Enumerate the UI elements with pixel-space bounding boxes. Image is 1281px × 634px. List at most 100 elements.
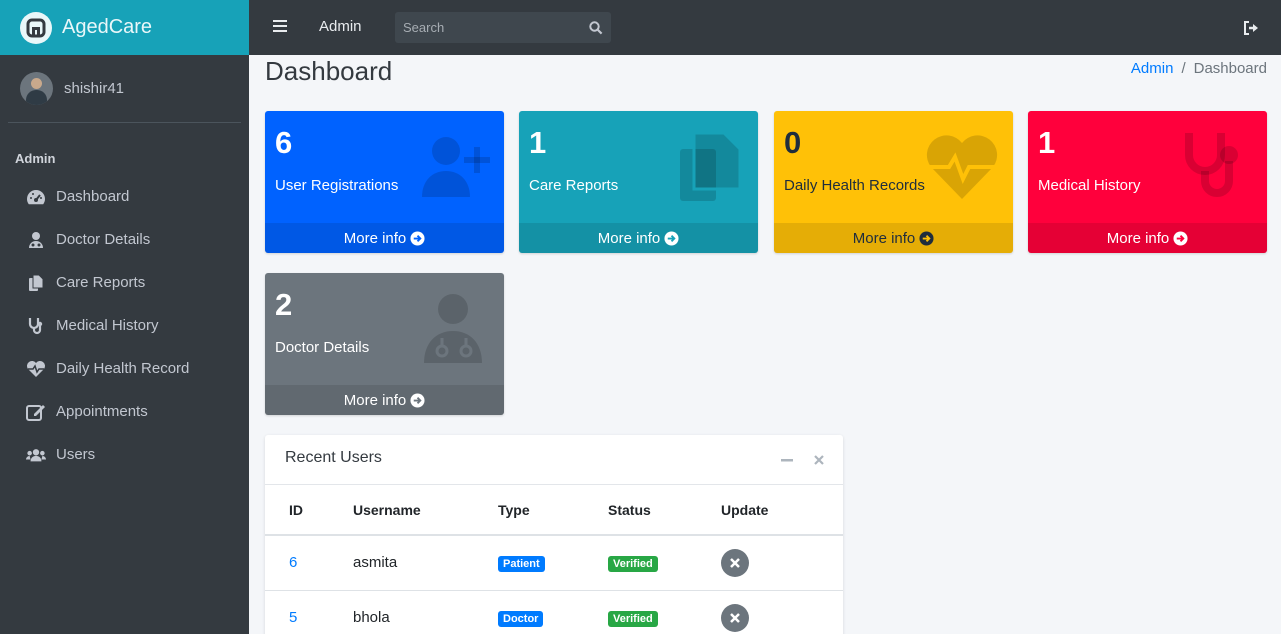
more-info-link[interactable]: More info bbox=[519, 223, 758, 253]
breadcrumb: Admin / Dashboard bbox=[1130, 60, 1267, 77]
stat-count: 6 bbox=[275, 125, 293, 160]
more-info-link[interactable]: More info bbox=[774, 223, 1013, 253]
nav-header: Admin bbox=[15, 151, 56, 166]
more-info-link[interactable]: More info bbox=[265, 223, 504, 253]
arrow-circle-right-icon bbox=[919, 230, 934, 246]
breadcrumb-current: Dashboard bbox=[1193, 60, 1267, 77]
sidebar: AgedCare shishir41 Admin Dashboard Docto… bbox=[0, 0, 249, 634]
stat-label: User Registrations bbox=[275, 177, 399, 194]
user-plus-icon bbox=[422, 137, 490, 197]
more-info-label: More info bbox=[597, 229, 661, 247]
table-header-row: ID Username Type Status Update bbox=[265, 485, 843, 536]
recent-users-table: ID Username Type Status Update 6 asmita … bbox=[265, 485, 843, 634]
stat-box-user-registrations: 6 User Registrations More info bbox=[265, 111, 504, 253]
sidebar-item-care-reports[interactable]: Care Reports bbox=[0, 261, 249, 304]
stat-count: 0 bbox=[784, 125, 802, 160]
type-badge: Patient bbox=[498, 555, 545, 572]
column-header: Update bbox=[721, 485, 843, 536]
stat-label: Doctor Details bbox=[275, 339, 370, 356]
stat-box-care-reports: 1 Care Reports More info bbox=[519, 111, 758, 253]
search-input[interactable] bbox=[395, 12, 581, 43]
username-cell: bhola bbox=[353, 590, 498, 634]
user-id-link[interactable]: 5 bbox=[289, 609, 297, 626]
stat-box-daily-health-records: 0 Daily Health Records More info bbox=[774, 111, 1013, 253]
close-icon[interactable] bbox=[812, 453, 826, 467]
search-form bbox=[395, 12, 611, 43]
user-doctor-icon bbox=[424, 294, 482, 363]
table-row: 6 asmita Patient Verified bbox=[265, 535, 843, 591]
card-title: Recent Users bbox=[285, 449, 382, 466]
sidebar-item-users[interactable]: Users bbox=[0, 433, 249, 476]
brand-logo-icon bbox=[20, 11, 52, 44]
sidebar-item-label: Dashboard bbox=[56, 188, 130, 205]
arrow-circle-right-icon bbox=[410, 230, 425, 246]
more-info-label: More info bbox=[852, 229, 916, 247]
username-cell: asmita bbox=[353, 535, 498, 591]
more-info-link[interactable]: More info bbox=[265, 385, 504, 415]
stat-count: 1 bbox=[529, 125, 547, 160]
more-info-link[interactable]: More info bbox=[1028, 223, 1267, 253]
sidebar-item-label: Doctor Details bbox=[56, 231, 151, 248]
column-header: Username bbox=[353, 485, 498, 536]
top-navbar: Admin bbox=[249, 0, 1281, 55]
stethoscope-icon bbox=[26, 316, 46, 336]
avatar bbox=[20, 72, 53, 105]
collapse-minus-icon[interactable] bbox=[780, 453, 794, 467]
arrow-circle-right-icon bbox=[1173, 230, 1188, 246]
brand-text: AgedCare bbox=[62, 16, 153, 38]
sidebar-item-label: Daily Health Record bbox=[56, 360, 190, 377]
more-info-label: More info bbox=[343, 229, 407, 247]
table-row: 5 bhola Doctor Verified bbox=[265, 590, 843, 634]
column-header: ID bbox=[265, 485, 353, 536]
heartbeat-icon bbox=[26, 359, 46, 379]
stat-count: 1 bbox=[1038, 125, 1056, 160]
status-badge: Verified bbox=[608, 555, 658, 572]
sidebar-item-label: Care Reports bbox=[56, 274, 146, 291]
column-header: Type bbox=[498, 485, 608, 536]
stat-count: 2 bbox=[275, 287, 293, 322]
users-icon bbox=[26, 445, 46, 465]
sidebar-item-label: Users bbox=[56, 446, 96, 463]
stat-label: Care Reports bbox=[529, 177, 619, 194]
hamburger-menu-icon[interactable] bbox=[273, 20, 287, 34]
sidebar-item-label: Appointments bbox=[56, 403, 148, 420]
stat-label: Medical History bbox=[1038, 177, 1141, 194]
sidebar-item-label: Medical History bbox=[56, 317, 159, 334]
tachometer-icon bbox=[26, 187, 46, 207]
close-icon bbox=[730, 612, 740, 623]
stat-label: Daily Health Records bbox=[784, 177, 925, 194]
sidebar-item-daily-health-record[interactable]: Daily Health Record bbox=[0, 347, 249, 390]
top-nav-admin-link[interactable]: Admin bbox=[319, 18, 362, 35]
page-title: Dashboard bbox=[265, 56, 393, 86]
copy-icon bbox=[26, 273, 46, 293]
user-panel[interactable]: shishir41 bbox=[8, 55, 241, 123]
edit-icon bbox=[26, 402, 46, 422]
sidebar-item-doctor-details[interactable]: Doctor Details bbox=[0, 218, 249, 261]
card-header: Recent Users bbox=[265, 435, 843, 485]
more-info-label: More info bbox=[1106, 229, 1170, 247]
update-button[interactable] bbox=[721, 603, 749, 632]
user-name[interactable]: shishir41 bbox=[64, 80, 124, 97]
heartbeat-icon bbox=[926, 135, 998, 199]
status-badge: Verified bbox=[608, 610, 658, 627]
user-id-link[interactable]: 6 bbox=[289, 554, 297, 571]
sidebar-item-dashboard[interactable]: Dashboard bbox=[0, 175, 249, 218]
copy-icon bbox=[680, 131, 742, 201]
sidebar-item-appointments[interactable]: Appointments bbox=[0, 390, 249, 433]
stethoscope-icon bbox=[1185, 133, 1238, 197]
stat-box-doctor-details: 2 Doctor Details More info bbox=[265, 273, 504, 415]
breadcrumb-admin-link[interactable]: Admin bbox=[1131, 60, 1174, 77]
close-icon bbox=[730, 557, 740, 568]
more-info-label: More info bbox=[343, 391, 407, 409]
column-header: Status bbox=[608, 485, 721, 536]
recent-users-card: Recent Users ID Username Type Status Upd… bbox=[265, 435, 843, 634]
logout-icon[interactable] bbox=[1243, 20, 1259, 36]
type-badge: Doctor bbox=[498, 610, 544, 627]
brand-link[interactable]: AgedCare bbox=[0, 0, 249, 55]
stat-box-medical-history: 1 Medical History More info bbox=[1028, 111, 1267, 253]
search-icon bbox=[589, 20, 603, 34]
arrow-circle-right-icon bbox=[410, 392, 425, 408]
search-button[interactable] bbox=[581, 12, 611, 43]
update-button[interactable] bbox=[721, 548, 749, 577]
sidebar-item-medical-history[interactable]: Medical History bbox=[0, 304, 249, 347]
